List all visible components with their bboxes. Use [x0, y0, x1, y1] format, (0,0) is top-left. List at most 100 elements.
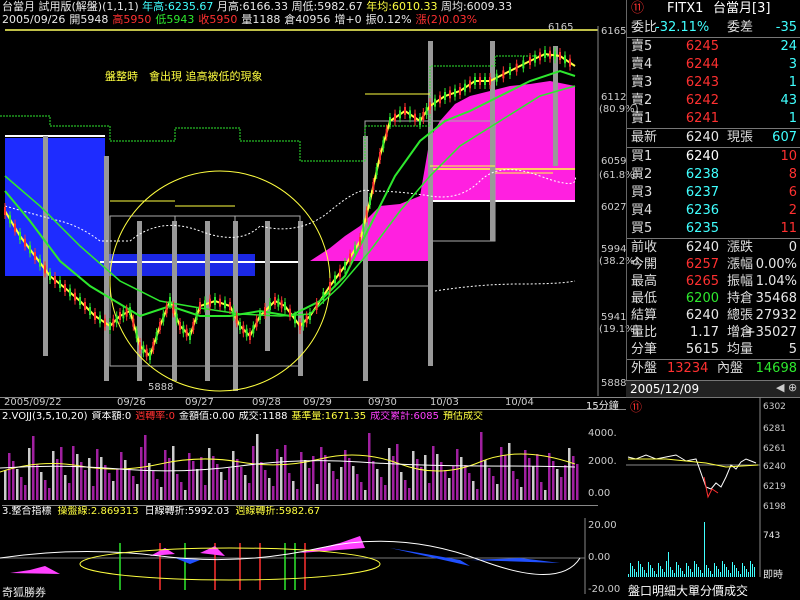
candle-body [344, 262, 346, 270]
mini-volume-bar [636, 572, 637, 577]
stat-row: 前收 6240 漲跌 0 [627, 239, 800, 256]
volume-bar [272, 486, 275, 500]
candle-body [502, 70, 505, 79]
volume-bar [492, 476, 495, 500]
volume-bar [392, 456, 395, 500]
asks-row[interactable]: 賣3 6243 1 [627, 74, 800, 92]
volume-bar [8, 453, 11, 500]
prev-icon[interactable]: ◀ [776, 381, 784, 394]
asks-row[interactable]: 賣5 6245 24 [627, 38, 800, 56]
volume-bar [244, 475, 247, 500]
mini-volume-bar [632, 566, 633, 577]
ratio-row: 委比 -32.11% 委差 -35 [627, 18, 800, 38]
inner-label: 內盤 [717, 361, 744, 376]
mini-volume-bar [676, 562, 677, 577]
volume-bar [84, 470, 87, 500]
candle-body [245, 328, 248, 337]
volume-tick: 0.00 [588, 488, 611, 499]
candle-body [539, 52, 541, 61]
mini-volume-bar [752, 564, 753, 577]
year-high: 年高:6235.67 [142, 0, 214, 13]
candle-body [299, 322, 301, 330]
stat-label: 今開 [631, 257, 658, 272]
mini-volume-bar [688, 566, 689, 577]
bids-row[interactable]: 買3 6237 6 [627, 184, 800, 202]
candle-body [559, 52, 561, 60]
vol-label: 現張 [727, 130, 754, 145]
volume-bar [408, 488, 411, 500]
volume-bar [560, 477, 563, 500]
bids-qty: 11 [780, 221, 797, 236]
asks-price: 6242 [685, 93, 719, 108]
candle-body [305, 315, 308, 324]
candle-body [84, 302, 86, 310]
volume-bar [540, 482, 543, 500]
logo-icon: ⑪ [631, 1, 645, 16]
stat-value: +35027 [744, 325, 797, 340]
candle-body [454, 88, 456, 97]
candle-body [145, 348, 148, 357]
volume-bar [316, 484, 319, 500]
quote-date-bar[interactable]: 2005/12/09 ◀ ⊕ [626, 380, 800, 398]
volume-bar [360, 482, 363, 500]
volume-bar [400, 472, 403, 500]
indicator-header: 3.整合指標 操盤線:2.869313 日線轉折:5992.03 週線轉折:5982.… [2, 505, 598, 518]
stat-label: 分筆 [631, 342, 658, 357]
crosshair-icon[interactable]: ⊕ [788, 381, 797, 394]
period-label[interactable]: 15分鐘 [586, 397, 619, 412]
volume-bar [320, 447, 323, 500]
volume-bar [556, 469, 559, 500]
candle-body [429, 102, 431, 110]
bids-row[interactable]: 買2 6238 8 [627, 166, 800, 184]
candle-body [209, 298, 211, 307]
candlestick-chart[interactable] [0, 26, 626, 396]
mini-footer-tabs[interactable]: 盤口明細大單分價成交 [628, 582, 798, 599]
candle-body [399, 110, 401, 119]
mini-volume-bar [640, 564, 641, 577]
bids-row[interactable]: 買5 6235 11 [627, 220, 800, 238]
volume-bar [296, 489, 299, 500]
volume-bar [144, 435, 147, 500]
bids-row[interactable]: 買4 6236 2 [627, 202, 800, 220]
candle-body [389, 117, 391, 125]
candle-body [162, 313, 165, 322]
candle-body [175, 313, 178, 322]
volume-bar [436, 454, 439, 500]
mini-volume-bar [706, 565, 707, 577]
asks-row[interactable]: 賣2 6242 43 [627, 92, 800, 110]
bids-qty: 6 [788, 185, 797, 200]
stat-value: 0 [788, 240, 797, 255]
realtime-label[interactable]: 即時 [763, 566, 783, 581]
volume-field: 金額值:0.00 [178, 411, 235, 422]
candle-body [152, 342, 155, 350]
volume-bar [504, 455, 507, 500]
year-avg: 年均:6010.33 [366, 0, 438, 13]
volume-bar [476, 489, 479, 500]
candle-body [329, 282, 331, 290]
bids-qty: 2 [788, 203, 797, 218]
candle-body [172, 305, 175, 314]
mini-volume-bar [652, 568, 653, 577]
candle-body [49, 272, 51, 280]
asks-row[interactable]: 賣4 6244 3 [627, 56, 800, 74]
header-field: 低5943 [155, 13, 195, 26]
asks-qty: 24 [780, 39, 797, 54]
candle-body [104, 318, 106, 327]
last-row: 最新 6240 現張 607 [627, 128, 800, 148]
mini-volume-bar [742, 563, 743, 577]
bids-row[interactable]: 買1 6240 10 [627, 148, 800, 166]
price-tick: 5941 [601, 312, 627, 323]
volume-bar [432, 446, 435, 500]
candle-body [294, 315, 296, 324]
volume-bar [276, 449, 279, 500]
mini-volume-bar [722, 561, 723, 577]
candle-body [569, 58, 571, 67]
date-tick: 09/28 [252, 397, 281, 408]
bids-label: 買5 [631, 221, 653, 236]
volume-bar [348, 458, 351, 500]
volume-bar [64, 475, 67, 500]
asks-row[interactable]: 賣1 6241 1 [627, 110, 800, 128]
mini-volume-bar [638, 561, 639, 577]
stat-label: 結算 [631, 308, 658, 323]
bids-price: 6237 [685, 185, 719, 200]
